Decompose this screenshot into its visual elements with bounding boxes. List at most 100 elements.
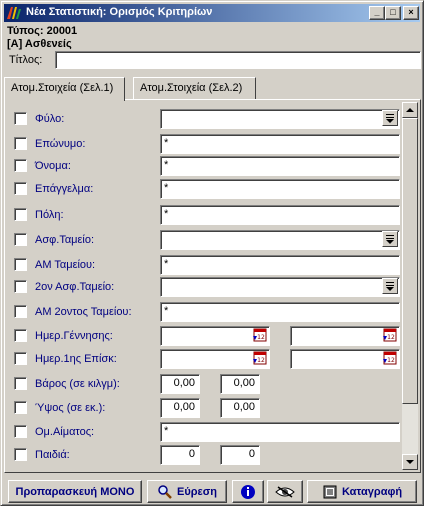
checkbox-gender[interactable] [14,112,27,125]
field-row-gender: Φύλο: [5,109,400,129]
arrow-down-icon [406,460,414,464]
preview-button[interactable] [267,480,303,503]
insurance-2-select[interactable] [160,277,400,297]
info-button[interactable] [232,480,264,503]
city-input[interactable]: * [160,205,400,225]
magnifier-icon [158,484,172,499]
label-birth-date: Ημερ.Γέννησης: [35,330,113,342]
label-surname: Επώνυμο: [35,138,86,150]
label-first-visit: Ημερ.1ης Επίσκ: [35,353,117,365]
occupation-input[interactable]: * [160,179,400,199]
app-window: Νέα Στατιστική: Ορισμός Κριτηρίων _ □ × … [0,0,424,506]
checkbox-insurance-2[interactable] [14,280,27,293]
dropdown-arrow-icon[interactable] [382,278,398,294]
title-input[interactable] [55,51,421,69]
maximize-button[interactable]: □ [385,6,401,20]
field-row-insurance-2-id: ΑΜ 2οντος Ταμείου: * [5,302,400,322]
gender-select[interactable] [160,109,400,129]
field-row-insurance: Ασφ.Ταμείο: [5,230,400,250]
field-row-surname: Επώνυμο: * [5,134,400,154]
criteria-panel: Φύλο: Επώνυμο: * Όνομα: * Επάγγελμα: * Π… [4,99,421,473]
checkbox-weight[interactable] [14,377,27,390]
label-insurance-2: 2ον Ασφ.Ταμείο: [35,281,115,293]
checkbox-insurance[interactable] [14,233,27,246]
field-row-name: Όνομα: * [5,156,400,176]
label-occupation: Επάγγελμα: [35,183,94,195]
field-row-first-visit: Ημερ.1ης Επίσκ: 12 12 [5,349,400,369]
category-line: [Α] Ασθενείς [7,38,72,50]
record-book-icon [323,485,337,498]
label-insurance-id: ΑΜ Ταμείου: [35,259,96,271]
arrow-up-icon [406,108,414,112]
title-label: Τίτλος: [9,54,43,66]
svg-text:12: 12 [257,334,265,341]
dropdown-arrow-icon[interactable] [382,231,398,247]
label-weight: Βάρος (σε κιλγμ): [35,378,120,390]
height-to[interactable]: 0,00 [220,398,260,418]
search-button[interactable]: Εύρεση [147,480,227,503]
checkbox-surname[interactable] [14,137,27,150]
checkbox-city[interactable] [14,208,27,221]
app-logo-icon [7,7,21,19]
label-gender: Φύλο: [35,113,65,125]
svg-text:12: 12 [387,357,395,364]
tab-personal-page-1[interactable]: Ατομ.Στοιχεία (Σελ.1) [4,77,125,101]
calendar-icon[interactable]: 12 [252,328,267,343]
height-from[interactable]: 0,00 [160,398,200,418]
label-insurance-2-id: ΑΜ 2οντος Ταμείου: [35,306,132,318]
checkbox-blood-type[interactable] [14,425,27,438]
search-label: Εύρεση [176,485,217,498]
children-from[interactable]: 0 [160,445,200,465]
blood-type-input[interactable]: * [160,422,400,442]
title-bar[interactable]: Νέα Στατιστική: Ορισμός Κριτηρίων _ □ × [4,4,420,22]
label-city: Πόλη: [35,209,64,221]
field-row-insurance-2: 2ον Ασφ.Ταμείο: [5,277,400,297]
minimize-button[interactable]: _ [369,6,385,20]
field-row-weight: Βάρος (σε κιλγμ): 0,00 0,00 [5,374,400,394]
scroll-thumb[interactable] [402,118,418,404]
save-button[interactable]: Καταγραφή [307,480,417,503]
field-row-city: Πόλη: * [5,205,400,225]
checkbox-children[interactable] [14,448,27,461]
calendar-icon[interactable]: 12 [252,351,267,366]
checkbox-insurance-id[interactable] [14,258,27,271]
weight-to[interactable]: 0,00 [220,374,260,394]
children-to[interactable]: 0 [220,445,260,465]
field-row-children: Παιδιά: 0 0 [5,445,400,465]
checkbox-insurance-2-id[interactable] [14,305,27,318]
checkbox-occupation[interactable] [14,182,27,195]
preprocess-only-button[interactable]: Προπαρασκευή ΜΟΝΟ [8,480,142,503]
vertical-scrollbar[interactable] [402,102,418,470]
preprocess-label: Προπαρασκευή ΜΟΝΟ [15,485,135,498]
name-input[interactable]: * [160,156,400,176]
calendar-icon[interactable]: 12 [382,328,397,343]
label-blood-type: Ομ.Αίματος: [35,426,95,438]
insurance-select[interactable] [160,230,400,250]
checkbox-height[interactable] [14,401,27,414]
insurance-id-input[interactable]: * [160,255,400,275]
field-row-birth-date: Ημερ.Γέννησης: 12 12 [5,326,400,346]
checkbox-name[interactable] [14,159,27,172]
type-line: Τύπος: 20001 [7,25,78,37]
scroll-up-button[interactable] [402,102,418,118]
field-row-occupation: Επάγγελμα: * [5,179,400,199]
label-height: Ύψος (σε εκ.): [35,402,106,414]
scroll-down-button[interactable] [402,454,418,470]
calendar-icon[interactable]: 12 [382,351,397,366]
info-icon [241,484,255,499]
tab-personal-page-2[interactable]: Ατομ.Στοιχεία (Σελ.2) [133,77,256,99]
weight-from[interactable]: 0,00 [160,374,200,394]
close-button[interactable]: × [403,6,419,20]
field-row-blood-type: Ομ.Αίματος: * [5,422,400,442]
checkbox-first-visit[interactable] [14,352,27,365]
window-title: Νέα Στατιστική: Ορισμός Κριτηρίων [26,6,213,18]
eye-icon [275,485,295,498]
save-label: Καταγραφή [341,485,403,498]
checkbox-birth-date[interactable] [14,329,27,342]
dropdown-arrow-icon[interactable] [382,110,398,126]
field-row-insurance-id: ΑΜ Ταμείου: * [5,255,400,275]
label-children: Παιδιά: [35,449,70,461]
surname-input[interactable]: * [160,134,400,154]
insurance-2-id-input[interactable]: * [160,302,400,322]
svg-text:12: 12 [257,357,265,364]
